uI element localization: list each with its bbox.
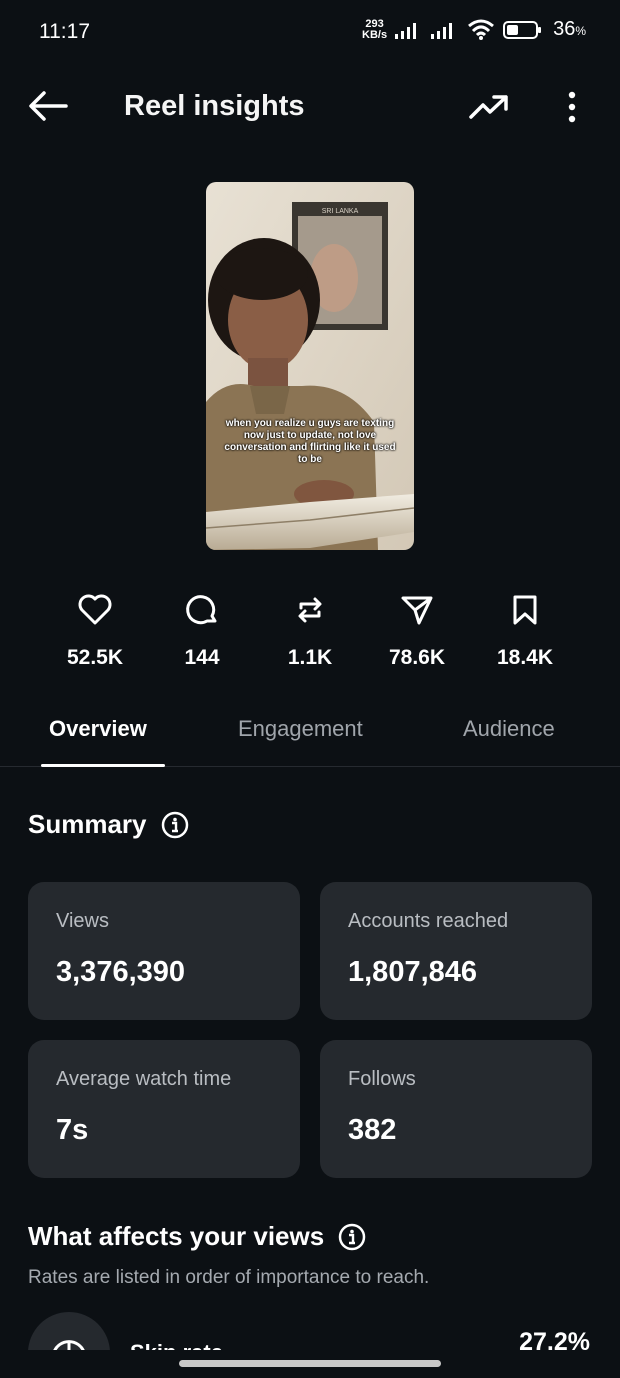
skip-rate-value: 27.2% bbox=[519, 1328, 590, 1350]
stat-comments: 144 bbox=[147, 592, 257, 670]
stat-shares: 78.6K bbox=[362, 592, 472, 670]
back-button[interactable] bbox=[28, 88, 68, 124]
card-value: 1,807,846 bbox=[348, 956, 478, 988]
stat-saves: 18.4K bbox=[470, 592, 580, 670]
trending-button[interactable] bbox=[468, 90, 510, 124]
summary-card-accounts-reached[interactable]: Accounts reached 1,807,846 bbox=[320, 882, 592, 1020]
skip-rate-label: Skip rate bbox=[130, 1340, 223, 1350]
card-value: 7s bbox=[56, 1114, 89, 1146]
views-factors-title: What affects your views bbox=[28, 1221, 325, 1251]
card-value: 3,376,390 bbox=[56, 956, 186, 988]
reposts-count: 1.1K bbox=[287, 646, 333, 669]
summary-title: Summary bbox=[28, 809, 147, 839]
summary-card-follows[interactable]: Follows 382 bbox=[320, 1040, 592, 1178]
battery-icon bbox=[503, 20, 542, 39]
saves-count: 18.4K bbox=[496, 646, 554, 669]
stat-reposts: 1.1K bbox=[255, 592, 365, 670]
app-bar: Reel insights bbox=[0, 76, 620, 138]
network-speed-unit: KB/s bbox=[362, 28, 388, 41]
home-indicator[interactable] bbox=[179, 1360, 441, 1367]
card-label: Follows bbox=[348, 1068, 416, 1090]
stat-likes: 52.5K bbox=[40, 592, 150, 670]
bookmark-icon bbox=[513, 595, 537, 625]
reel-thumbnail-image: SRI LANKA bbox=[206, 182, 414, 550]
battery-percent-value: 36 bbox=[553, 18, 576, 40]
insights-tabs: Overview Engagement Audience bbox=[0, 702, 620, 767]
comment-icon bbox=[186, 595, 217, 625]
views-factors-heading: What affects your views bbox=[28, 1221, 366, 1252]
card-label: Views bbox=[56, 910, 109, 932]
back-arrow-icon bbox=[29, 91, 68, 121]
battery-percent-unit: % bbox=[575, 24, 586, 38]
share-icon bbox=[401, 596, 433, 625]
status-icons: 293 KB/s 36% bbox=[362, 18, 586, 41]
page-title: Reel insights bbox=[124, 90, 305, 122]
more-vertical-icon bbox=[568, 91, 576, 123]
summary-card-average-watch-time[interactable]: Average watch time 7s bbox=[28, 1040, 300, 1178]
signal-icon-2 bbox=[431, 22, 453, 39]
tab-audience[interactable]: Audience bbox=[463, 716, 555, 742]
timer-icon bbox=[53, 1340, 85, 1350]
summary-heading: Summary bbox=[28, 809, 189, 840]
repost-icon bbox=[298, 597, 322, 623]
more-options-button[interactable] bbox=[558, 90, 586, 124]
tab-engagement[interactable]: Engagement bbox=[238, 716, 363, 742]
card-label: Average watch time bbox=[56, 1068, 232, 1090]
wifi-icon bbox=[468, 19, 495, 40]
views-factors-subtitle: Rates are listed in order of importance … bbox=[28, 1267, 430, 1288]
battery-percent: 36% bbox=[553, 18, 586, 41]
skip-rate-icon bbox=[28, 1312, 110, 1350]
card-label: Accounts reached bbox=[348, 910, 509, 932]
status-bar: 11:17 293 KB/s 36% bbox=[0, 0, 620, 68]
summary-card-views[interactable]: Views 3,376,390 bbox=[28, 882, 300, 1020]
skip-rate-row[interactable]: Skip rate 27.2% bbox=[0, 1310, 620, 1350]
network-speed: 293 KB/s bbox=[362, 17, 388, 41]
comments-count: 144 bbox=[184, 646, 220, 669]
reel-thumbnail[interactable]: SRI LANKA when you realize u guys are te… bbox=[206, 182, 414, 550]
status-time: 11:17 bbox=[39, 20, 90, 43]
signal-icon bbox=[395, 22, 417, 39]
active-tab-indicator bbox=[41, 764, 165, 767]
network-speed-value: 293 bbox=[365, 17, 384, 30]
poster-text: SRI LANKA bbox=[322, 208, 359, 215]
card-value: 382 bbox=[348, 1114, 397, 1146]
reel-stats: 52.5K 144 1.1K 78.6K 18.4K bbox=[0, 592, 620, 682]
trending-up-icon bbox=[469, 95, 508, 119]
heart-icon bbox=[78, 594, 112, 625]
likes-count: 52.5K bbox=[66, 646, 124, 669]
reel-caption: when you realize u guys are texting now … bbox=[224, 418, 396, 465]
tab-overview[interactable]: Overview bbox=[49, 716, 147, 742]
info-icon[interactable] bbox=[338, 1223, 366, 1251]
info-icon[interactable] bbox=[161, 811, 189, 839]
shares-count: 78.6K bbox=[388, 646, 446, 669]
